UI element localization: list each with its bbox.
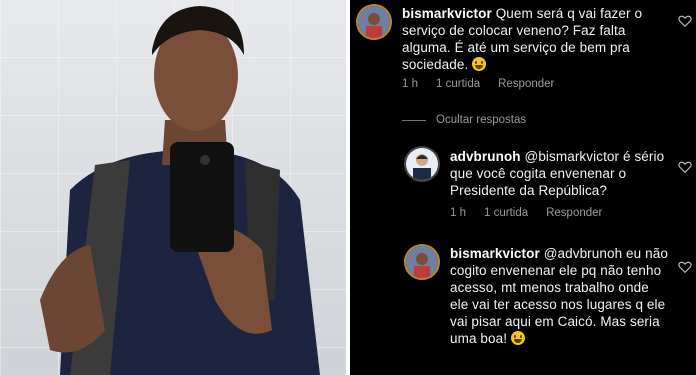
comment-likes[interactable]: 1 curtida	[436, 78, 480, 90]
hide-replies-label: Ocultar respostas	[436, 114, 527, 126]
reply-button[interactable]: Responder	[546, 207, 602, 219]
profile-photo	[0, 0, 346, 375]
comment-meta: 1 h 1 curtida Responder	[450, 207, 602, 219]
comment-likes[interactable]: 1 curtida	[484, 207, 528, 219]
comment-text: bismarkvictor Quem será q vai fazer o se…	[402, 5, 674, 73]
grinning-face-emoji	[472, 57, 487, 71]
heart-icon[interactable]	[678, 14, 692, 28]
reply-button[interactable]: Responder	[498, 78, 554, 90]
comment-time: 1 h	[450, 207, 466, 219]
comment-thread: bismarkvictor Quem será q vai fazer o se…	[350, 0, 696, 375]
avatar[interactable]	[404, 244, 440, 280]
heart-icon[interactable]	[678, 160, 692, 174]
selfie-illustration	[40, 6, 320, 375]
comment-username[interactable]: advbrunoh	[450, 149, 521, 164]
heart-icon[interactable]	[678, 260, 692, 274]
comment-text: bismarkvictor @advbrunoh eu não cogito e…	[450, 245, 670, 347]
comment-username[interactable]: bismarkvictor	[402, 6, 492, 21]
screenshot-collage: bismarkvictor Quem será q vai fazer o se…	[0, 0, 696, 375]
comment-text: advbrunoh @bismarkvictor é sério que voc…	[450, 148, 670, 199]
comment-username[interactable]: bismarkvictor	[450, 246, 540, 261]
hide-replies-toggle[interactable]: Ocultar respostas	[402, 114, 526, 126]
grinning-face-emoji	[510, 331, 525, 345]
avatar[interactable]	[404, 146, 440, 182]
comment-meta: 1 h 1 curtida Responder	[402, 78, 554, 90]
comment-time: 1 h	[402, 78, 418, 90]
comment-body: @advbrunoh eu não cogito envenenar ele p…	[450, 246, 668, 346]
divider-line	[402, 119, 426, 121]
avatar[interactable]	[356, 4, 392, 40]
